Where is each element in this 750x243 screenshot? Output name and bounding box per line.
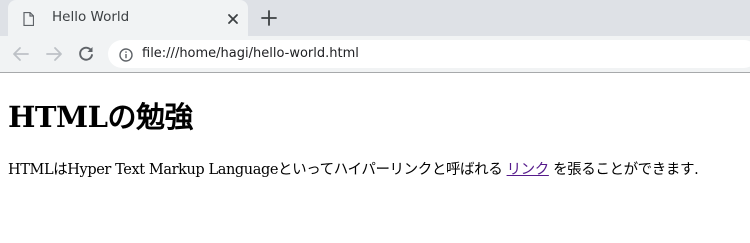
page-paragraph: HTMLはHyper Text Markup Languageといってハイパーリ…: [8, 158, 699, 179]
close-icon[interactable]: [226, 11, 240, 25]
toolbar: file:///home/hagi/hello-world.html: [0, 36, 750, 73]
hyperlink[interactable]: リンク: [507, 162, 550, 178]
arrow-left-icon[interactable]: [11, 44, 31, 64]
page-content: HTMLの勉強 HTMLはHyper Text Markup Languageと…: [0, 73, 750, 243]
plus-icon[interactable]: [259, 8, 279, 28]
browser-tab[interactable]: Hello World: [8, 0, 248, 36]
document-icon: [23, 11, 35, 27]
page-heading: HTMLの勉強: [8, 100, 193, 134]
url-text[interactable]: file:///home/hagi/hello-world.html: [142, 46, 359, 61]
paragraph-text-after: を張ることができます.: [548, 162, 699, 178]
reload-icon[interactable]: [76, 44, 96, 64]
arrow-right-icon[interactable]: [44, 44, 64, 64]
tab-title: Hello World: [52, 9, 130, 25]
paragraph-text-before: HTMLはHyper Text Markup Languageといってハイパーリ…: [8, 162, 507, 178]
tab-strip: Hello World: [0, 0, 750, 36]
info-icon[interactable]: [119, 47, 133, 62]
address-bar[interactable]: file:///home/hagi/hello-world.html: [108, 40, 750, 68]
